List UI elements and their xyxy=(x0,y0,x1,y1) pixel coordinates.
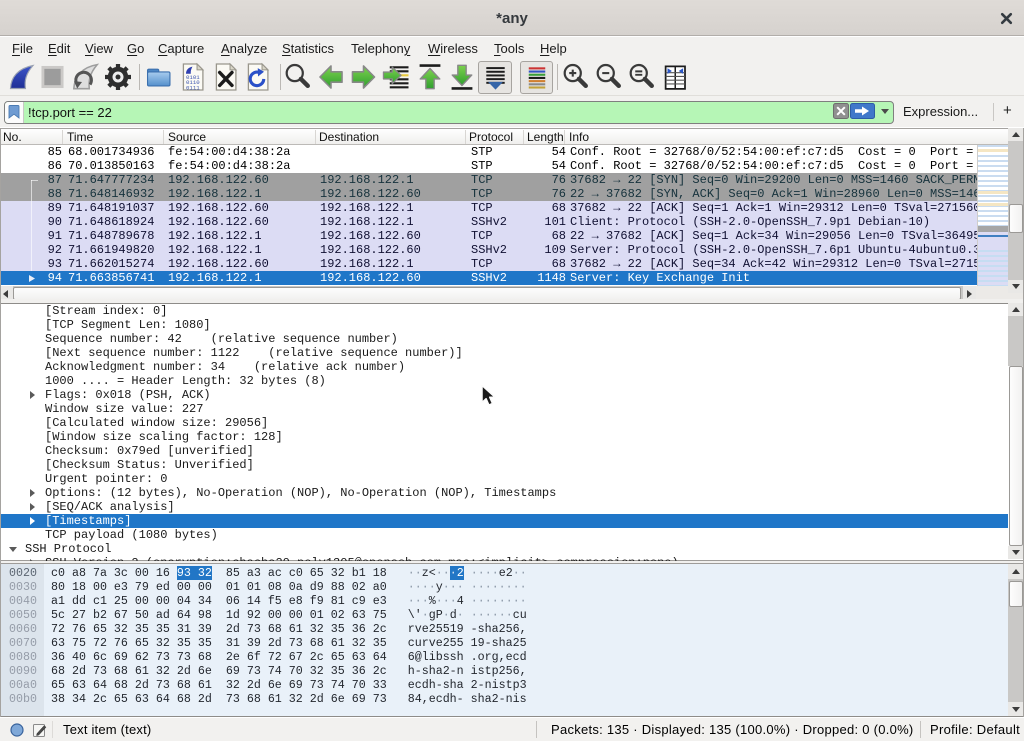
svg-text:0111: 0111 xyxy=(186,84,200,91)
